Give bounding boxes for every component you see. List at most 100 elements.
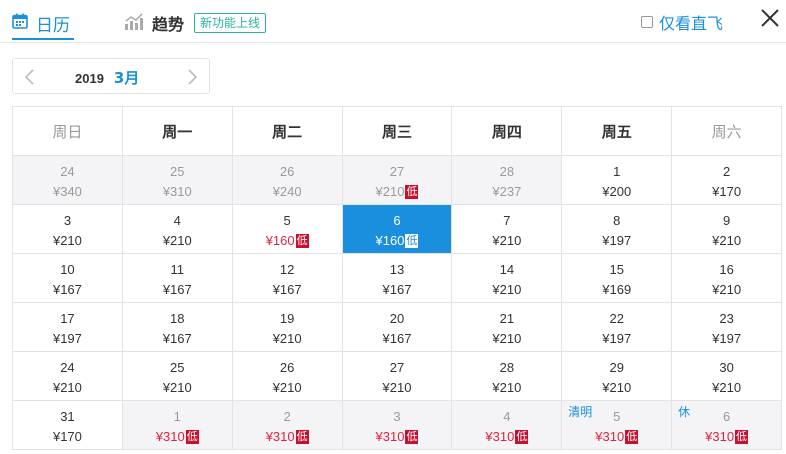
fare-price: ¥210 [672, 380, 781, 395]
calendar-day-cell[interactable]: 9 ¥210 [672, 205, 783, 254]
calendar-day-cell[interactable]: 24 ¥340 [13, 156, 123, 205]
calendar-day-cell[interactable]: 13 ¥167 [342, 254, 453, 303]
calendar-day-cell[interactable]: 11 ¥167 [122, 254, 233, 303]
weekday-header-cell: 周五 [562, 107, 673, 156]
calendar-day-cell[interactable]: 29 ¥210 [562, 352, 673, 401]
direct-only-label: 仅看直飞 [659, 14, 724, 33]
calendar-day-cell[interactable]: 26 ¥240 [232, 156, 343, 205]
day-number: 15 [609, 262, 624, 277]
calendar-day-cell[interactable]: 7 ¥210 [452, 205, 563, 254]
calendar-week-row: 17 ¥197 18 ¥167 19 ¥210 20 ¥167 21 ¥210 22 ¥197 23 ¥1… [13, 303, 783, 352]
calendar-day-cell[interactable]: 23 ¥197 [672, 303, 783, 352]
calendar-day-cell[interactable]: 26 ¥210 [232, 352, 343, 401]
calendar-day-cell[interactable]: 25 ¥310 [122, 156, 233, 205]
fare-price: ¥197 [562, 331, 671, 346]
fare-price-value: ¥210 [162, 233, 192, 248]
fare-price: ¥167 [233, 282, 342, 297]
fare-price: ¥340 [13, 184, 122, 199]
calendar-day-cell[interactable]: 5 ¥160 低 [232, 205, 343, 254]
low-price-badge: 低 [295, 233, 309, 248]
day-number: 4 [503, 409, 511, 424]
calendar-day-cell[interactable]: 28 ¥237 [452, 156, 563, 205]
fare-price-value: ¥210 [375, 184, 405, 199]
fare-price-value: ¥167 [52, 282, 82, 297]
fare-price: ¥210 [452, 380, 561, 395]
day-number: 24 [60, 360, 75, 375]
low-price-badge: 低 [515, 429, 529, 444]
fare-price-value: ¥169 [602, 282, 632, 297]
calendar-day-cell[interactable]: 20 ¥167 [342, 303, 453, 352]
day-number: 14 [499, 262, 515, 277]
fare-price: ¥310 [123, 184, 232, 199]
fare-price-value: ¥310 [375, 429, 405, 444]
day-number: 3 [393, 409, 401, 424]
day-number: 12 [279, 262, 295, 277]
fare-price-value: ¥170 [712, 184, 742, 199]
prev-month-button[interactable] [19, 65, 41, 89]
calendar-day-cell[interactable]: 17 ¥197 [13, 303, 123, 352]
day-number: 1 [173, 409, 181, 424]
calendar-week-row: 24 ¥340 25 ¥310 26 ¥240 27 ¥210 低 28 ¥237 1 ¥200 2 ¥17… [13, 156, 783, 205]
calendar-day-cell[interactable]: 28 ¥210 [452, 352, 563, 401]
calendar-day-cell[interactable]: 24 ¥210 [13, 352, 123, 401]
next-month-button[interactable] [181, 65, 203, 89]
calendar-day-cell[interactable]: 27 ¥210 [342, 352, 453, 401]
calendar-day-cell[interactable]: 30 ¥210 [672, 352, 783, 401]
day-number: 6 [393, 213, 401, 228]
calendar-day-cell[interactable]: 休 6 ¥310 低 [672, 401, 783, 450]
calendar-day-cell[interactable]: 14 ¥210 [452, 254, 563, 303]
day-number: 27 [389, 360, 405, 375]
low-price-badge: 低 [295, 429, 309, 444]
day-number: 13 [389, 262, 405, 277]
fare-price: ¥210 [123, 380, 232, 395]
fare-price: ¥310 低 [343, 429, 452, 444]
calendar-day-cell[interactable]: 31 ¥170 [13, 401, 123, 450]
day-number: 25 [170, 164, 185, 179]
direct-only-toggle[interactable]: 仅看直飞 [641, 10, 723, 34]
close-icon [761, 9, 779, 27]
calendar-day-cell[interactable]: 1 ¥200 [562, 156, 673, 205]
calendar-day-cell[interactable]: 3 ¥310 低 [342, 401, 453, 450]
fare-price-value: ¥210 [712, 233, 742, 248]
calendar-week-row: 3 ¥210 4 ¥210 5 ¥160 低 6 ¥160 低 7 ¥210 8 ¥197 9 ¥210 [13, 205, 783, 254]
calendar-day-cell[interactable]: 16 ¥210 [672, 254, 783, 303]
calendar-day-cell[interactable]: 8 ¥197 [562, 205, 673, 254]
calendar-day-cell[interactable]: 21 ¥210 [452, 303, 563, 352]
fare-price: ¥310 低 [123, 429, 232, 444]
tab-trend[interactable]: 趋势 新功能上线 [124, 8, 267, 38]
calendar-day-cell-selected[interactable]: 6 ¥160 低 [342, 205, 453, 254]
calendar-day-cell[interactable]: 4 ¥310 低 [452, 401, 563, 450]
fare-price: ¥210 [452, 233, 561, 248]
calendar-day-cell[interactable]: 18 ¥167 [122, 303, 233, 352]
weekday-header-cell: 周三 [342, 107, 453, 156]
calendar-day-cell[interactable]: 27 ¥210 低 [342, 156, 453, 205]
fare-price-value: ¥210 [162, 380, 192, 395]
fare-price-value: ¥310 [155, 429, 185, 444]
fare-price-value: ¥210 [272, 380, 302, 395]
day-number: 28 [499, 164, 515, 179]
low-price-badge: 低 [405, 429, 419, 444]
day-number: 30 [719, 360, 734, 375]
calendar-day-cell[interactable]: 2 ¥170 [672, 156, 783, 205]
fare-price-value: ¥310 [162, 184, 192, 199]
calendar-day-cell[interactable]: 清明 5 ¥310 低 [562, 401, 673, 450]
fare-price-value: ¥197 [602, 331, 632, 346]
calendar-day-cell[interactable]: 2 ¥310 低 [232, 401, 343, 450]
direct-only-checkbox[interactable] [641, 16, 653, 28]
tab-calendar[interactable]: 日历 [12, 8, 70, 38]
calendar-day-cell[interactable]: 12 ¥167 [232, 254, 343, 303]
calendar-day-cell[interactable]: 4 ¥210 [122, 205, 233, 254]
fare-price-value: ¥167 [162, 282, 192, 297]
day-number: 5 [283, 213, 291, 228]
calendar-day-cell[interactable]: 15 ¥169 [562, 254, 673, 303]
calendar-day-cell[interactable]: 25 ¥210 [122, 352, 233, 401]
day-number: 3 [63, 213, 72, 228]
calendar-day-cell[interactable]: 22 ¥197 [562, 303, 673, 352]
calendar-day-cell[interactable]: 3 ¥210 [13, 205, 123, 254]
fare-price-value: ¥160 [265, 233, 295, 248]
fare-price-value: ¥240 [272, 184, 302, 199]
calendar-day-cell[interactable]: 1 ¥310 低 [122, 401, 233, 450]
calendar-day-cell[interactable]: 19 ¥210 [232, 303, 343, 352]
close-button[interactable] [758, 6, 784, 32]
calendar-day-cell[interactable]: 10 ¥167 [13, 254, 123, 303]
